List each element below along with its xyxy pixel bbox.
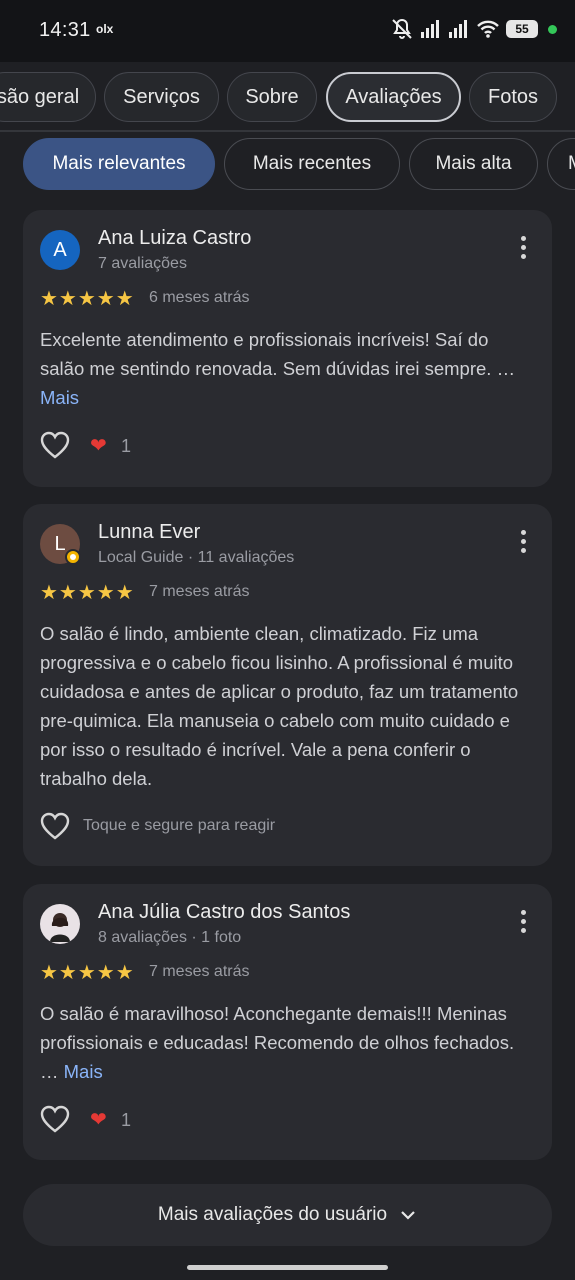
- rating-stars: ★★★★★: [40, 962, 135, 984]
- more-options-icon[interactable]: [518, 530, 528, 556]
- more-reviews-button[interactable]: Mais avaliações do usuário: [23, 1184, 552, 1246]
- reviewer-meta: Local Guide · 11 avaliações: [98, 549, 295, 566]
- chevron-down-icon: [401, 1211, 415, 1220]
- review-sort-chips: Mais relevantes Mais recentes Mais alta …: [0, 138, 575, 192]
- place-tabs: são geral Serviços Sobre Avaliações Foto…: [0, 70, 575, 126]
- avatar[interactable]: [40, 904, 80, 944]
- like-heart-icon[interactable]: [40, 431, 70, 459]
- react-hint: Toque e segure para reagir: [83, 817, 276, 834]
- status-icons: 55: [390, 17, 557, 41]
- ellipsis: …: [496, 358, 516, 379]
- review-text: O salão é maravilhoso! Aconchegante dema…: [40, 999, 536, 1086]
- tab-overview[interactable]: são geral: [0, 72, 96, 122]
- reviewer-meta: 8 avaliações · 1 foto: [98, 929, 242, 946]
- more-reviews-label: Mais avaliações do usuário: [157, 1204, 388, 1225]
- signal-icon: [421, 20, 439, 38]
- review-body: O salão é maravilhoso! Aconchegante dema…: [40, 1003, 515, 1053]
- review-card: L Lunna Ever Local Guide · 11 avaliações…: [23, 504, 552, 866]
- reaction-count: 1: [121, 436, 132, 456]
- avatar[interactable]: A: [40, 230, 80, 270]
- tab-about[interactable]: Sobre: [227, 72, 317, 122]
- ellipsis: …: [40, 1061, 64, 1082]
- battery-icon: 55: [506, 20, 538, 38]
- more-options-icon[interactable]: [518, 236, 528, 262]
- chip-most-recent[interactable]: Mais recentes: [224, 138, 400, 190]
- tab-reviews[interactable]: Avaliações: [326, 72, 461, 122]
- review-card: A Ana Luiza Castro 7 avaliações ★★★★★ 6 …: [23, 210, 552, 487]
- chip-lowest[interactable]: M: [547, 138, 575, 190]
- read-more-link[interactable]: Mais: [64, 1061, 103, 1082]
- review-card: Ana Júlia Castro dos Santos 8 avaliações…: [23, 884, 552, 1160]
- reviewer-name[interactable]: Ana Luiza Castro: [98, 227, 251, 250]
- olx-notification-icon: olx: [96, 22, 114, 36]
- review-date: 7 meses atrás: [149, 963, 250, 980]
- mute-icon: [392, 18, 412, 39]
- wifi-icon: [477, 20, 499, 38]
- signal-icon: [449, 20, 467, 38]
- review-date: 6 meses atrás: [149, 289, 250, 306]
- rating-stars: ★★★★★: [40, 288, 135, 310]
- rating-stars: ★★★★★: [40, 582, 135, 604]
- gesture-home-bar[interactable]: [187, 1265, 388, 1270]
- tab-services[interactable]: Serviços: [104, 72, 219, 122]
- like-heart-icon[interactable]: [40, 812, 70, 840]
- heart-reaction-icon: ❤: [90, 435, 107, 457]
- more-options-icon[interactable]: [518, 910, 528, 936]
- privacy-indicator-dot: [548, 24, 557, 34]
- chip-highest[interactable]: Mais alta: [409, 138, 538, 190]
- review-body: Excelente atendimento e profissionais in…: [40, 329, 492, 379]
- like-heart-icon[interactable]: [40, 1105, 70, 1133]
- reaction-count: 1: [121, 1110, 132, 1130]
- tabs-divider: [0, 130, 575, 132]
- tab-photos[interactable]: Fotos: [469, 72, 557, 122]
- review-text: Excelente atendimento e profissionais in…: [40, 325, 536, 412]
- status-bar: 14:31 olx 55: [0, 0, 575, 62]
- chip-most-relevant[interactable]: Mais relevantes: [23, 138, 215, 190]
- review-date: 7 meses atrás: [149, 583, 250, 600]
- reviewer-name[interactable]: Lunna Ever: [98, 521, 200, 544]
- reviewer-meta: 7 avaliações: [98, 255, 187, 272]
- heart-reaction-icon: ❤: [90, 1109, 107, 1131]
- review-text: O salão é lindo, ambiente clean, climati…: [40, 623, 519, 789]
- reviewer-name[interactable]: Ana Júlia Castro dos Santos: [98, 901, 350, 924]
- status-time: 14:31: [39, 19, 91, 41]
- read-more-link[interactable]: Mais: [40, 387, 79, 408]
- local-guide-badge-icon: [65, 549, 81, 565]
